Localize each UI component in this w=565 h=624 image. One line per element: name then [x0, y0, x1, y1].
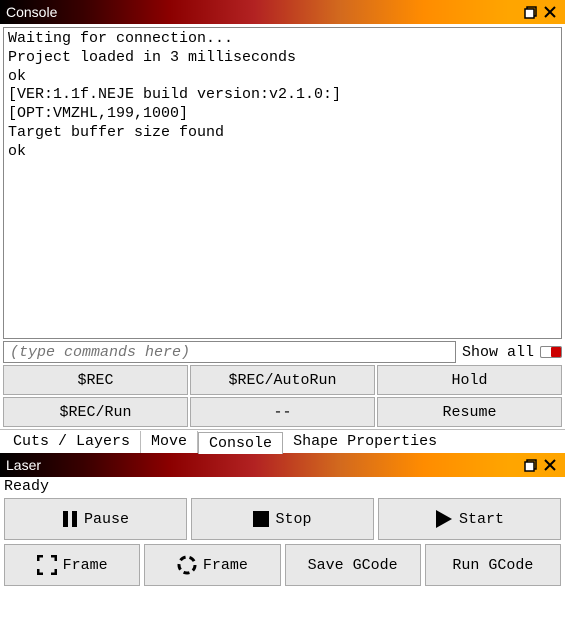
tab-console[interactable]: Console [198, 432, 283, 454]
laser-title: Laser [6, 457, 519, 473]
tab-bar: Cuts / Layers Move Console Shape Propert… [0, 429, 565, 453]
stop-button[interactable]: Stop [191, 498, 374, 540]
save-gcode-button[interactable]: Save GCode [285, 544, 421, 586]
hold-button[interactable]: Hold [377, 365, 562, 395]
laser-row-2: Frame Frame Save GCode Run GCode [0, 542, 565, 590]
tab-shape-properties[interactable]: Shape Properties [283, 431, 447, 453]
frame-square-button[interactable]: Frame [4, 544, 140, 586]
console-header: Console [0, 0, 565, 24]
pause-icon [62, 510, 78, 528]
stop-label: Stop [275, 511, 311, 528]
console-output: Waiting for connection... Project loaded… [3, 27, 562, 339]
resume-button[interactable]: Resume [377, 397, 562, 427]
command-row: Show all [0, 341, 565, 365]
command-input[interactable] [3, 341, 456, 363]
console-title: Console [6, 4, 519, 20]
start-button[interactable]: Start [378, 498, 561, 540]
rec-run-button[interactable]: $REC/Run [3, 397, 188, 427]
laser-status: Ready [0, 477, 565, 496]
console-buttons: $REC $REC/AutoRun Hold $REC/Run -- Resum… [0, 365, 565, 429]
frame-square-icon [37, 555, 57, 575]
laser-row-1: Pause Stop Start [0, 496, 565, 542]
frame-circle-icon [177, 555, 197, 575]
frame-square-label: Frame [63, 557, 108, 574]
tab-cuts-layers[interactable]: Cuts / Layers [3, 431, 141, 453]
showall-toggle[interactable] [540, 346, 562, 358]
undock-icon[interactable] [521, 456, 539, 474]
tab-move[interactable]: Move [141, 431, 198, 453]
dash-button[interactable]: -- [190, 397, 375, 427]
save-gcode-label: Save GCode [308, 557, 398, 574]
run-gcode-label: Run GCode [452, 557, 533, 574]
rec-autorun-button[interactable]: $REC/AutoRun [190, 365, 375, 395]
close-icon[interactable] [541, 456, 559, 474]
frame-circle-button[interactable]: Frame [144, 544, 280, 586]
run-gcode-button[interactable]: Run GCode [425, 544, 561, 586]
play-icon [435, 509, 453, 529]
undock-icon[interactable] [521, 3, 539, 21]
close-icon[interactable] [541, 3, 559, 21]
frame-circle-label: Frame [203, 557, 248, 574]
showall-label: Show all [462, 344, 534, 361]
start-label: Start [459, 511, 504, 528]
laser-header: Laser [0, 453, 565, 477]
pause-button[interactable]: Pause [4, 498, 187, 540]
rec-button[interactable]: $REC [3, 365, 188, 395]
pause-label: Pause [84, 511, 129, 528]
stop-icon [253, 511, 269, 527]
